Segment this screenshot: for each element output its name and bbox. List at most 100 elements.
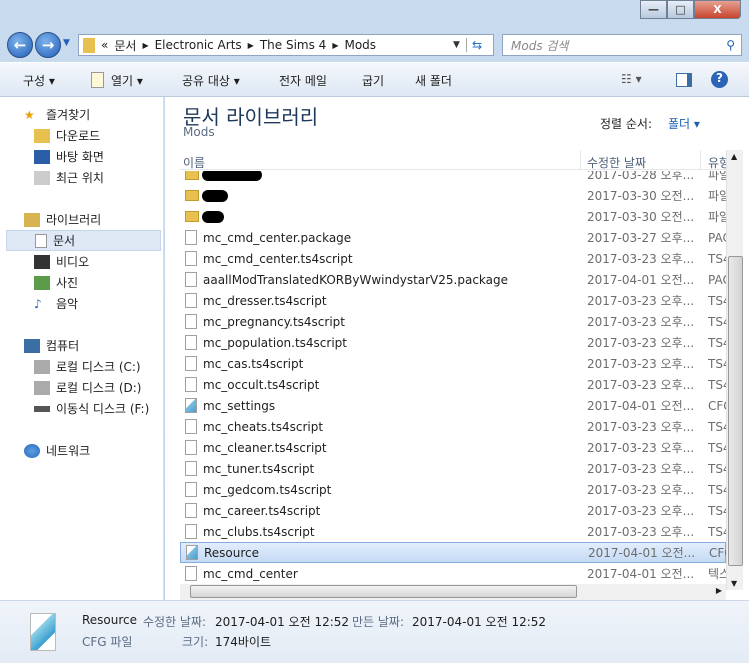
nav-libraries[interactable]: 라이브러리: [24, 209, 186, 230]
share-button[interactable]: 공유 대상 ▾: [182, 72, 240, 89]
refresh-icon[interactable]: ⇆: [465, 38, 487, 52]
scroll-down-arrow[interactable]: ▼: [731, 579, 737, 588]
scroll-up-arrow[interactable]: ▲: [731, 152, 737, 161]
nav-label: 최근 위치: [56, 171, 104, 185]
column-date[interactable]: 수정한 날짜: [587, 154, 646, 171]
file-row[interactable]: mc_pregnancy.ts4script 2017-03-23 오후... TS…: [180, 311, 726, 332]
file-name: mc_clubs.ts4script: [203, 524, 315, 539]
search-icon[interactable]: ⚲: [726, 38, 735, 52]
breadcrumb-electronic-arts[interactable]: Electronic Arts: [155, 38, 242, 52]
file-name: mc_population.ts4script: [203, 335, 347, 350]
minimize-button[interactable]: —: [640, 0, 667, 19]
file-type: TS4: [708, 293, 726, 308]
file-row[interactable]: mc_cleaner.ts4script 2017-03-23 오후... TS4: [180, 437, 726, 458]
organize-button[interactable]: 구성 ▾: [23, 72, 55, 89]
file-row[interactable]: mc_gedcom.ts4script 2017-03-23 오후... TS4: [180, 479, 726, 500]
file-name: aaallModTranslatedKORByWwindystarV25.pac…: [203, 272, 509, 287]
email-button[interactable]: 전자 메일: [279, 72, 327, 89]
file-icon: [185, 272, 197, 287]
breadcrumb-overflow[interactable]: «: [101, 38, 108, 52]
address-bar[interactable]: « 문서 ▶ Electronic Arts ▶ The Sims 4 ▶ Mods …: [78, 34, 494, 56]
file-row[interactable]: 2017-03-30 오전... 파일: [180, 185, 726, 206]
new-folder-button[interactable]: 새 폴더: [415, 72, 452, 89]
help-icon[interactable]: ?: [711, 71, 728, 88]
scroll-right-arrow[interactable]: ▶: [716, 586, 722, 595]
file-date: 2017-03-23 오후...: [587, 441, 693, 455]
recent-pages-dropdown[interactable]: ▼: [63, 38, 70, 48]
file-row[interactable]: mc_settings 2017-04-01 오전... CFG: [180, 395, 726, 416]
horizontal-scrollbar[interactable]: ▶: [180, 584, 726, 600]
maximize-button[interactable]: □: [667, 0, 694, 19]
file-icon: [185, 356, 197, 371]
redacted-name: [202, 189, 228, 202]
nav-documents[interactable]: 문서: [6, 230, 161, 251]
file-type: CFG: [709, 545, 726, 560]
nav-label: 음악: [56, 297, 79, 311]
view-options-icon[interactable]: ☷ ▾: [621, 72, 642, 86]
nav-network[interactable]: 네트워크: [24, 440, 186, 461]
file-icon: [185, 461, 197, 476]
cfg-file-icon: [30, 613, 56, 651]
file-date: 2017-03-23 오후...: [587, 462, 693, 476]
nav-label: 문서: [53, 234, 76, 248]
file-type: TS4: [708, 419, 726, 434]
address-dropdown[interactable]: ▼: [453, 40, 460, 50]
file-date: 2017-03-30 오전...: [587, 189, 693, 203]
scroll-thumb[interactable]: [728, 256, 743, 566]
file-row[interactable]: mc_dresser.ts4script 2017-03-23 오후... TS4: [180, 290, 726, 311]
file-row[interactable]: mc_clubs.ts4script 2017-03-23 오후... TS4: [180, 521, 726, 542]
column-name[interactable]: 이름: [183, 154, 205, 171]
command-bar: 구성 ▾ 열기 ▾ 공유 대상 ▾ 전자 메일 굽기 새 폴더 ☷ ▾ ?: [0, 62, 749, 97]
file-row[interactable]: mc_population.ts4script 2017-03-23 오후... T…: [180, 332, 726, 353]
breadcrumb-documents[interactable]: 문서: [114, 37, 136, 54]
file-type: TS4: [708, 314, 726, 329]
preview-pane-icon[interactable]: [676, 73, 692, 87]
network-icon: [24, 443, 40, 458]
back-button[interactable]: ←: [7, 32, 33, 58]
vertical-scrollbar[interactable]: ▲ ▼: [726, 150, 743, 590]
file-icon: [185, 482, 197, 497]
burn-button[interactable]: 굽기: [362, 72, 384, 89]
search-input[interactable]: Mods 검색 ⚲: [502, 34, 742, 56]
library-icon: [24, 212, 40, 227]
redacted-name: [202, 210, 224, 223]
nav-label: 바탕 화면: [56, 150, 104, 164]
file-date: 2017-03-23 오후...: [587, 336, 693, 350]
file-row[interactable]: mc_cheats.ts4script 2017-03-23 오후... TS4: [180, 416, 726, 437]
open-button[interactable]: 열기 ▾: [111, 72, 143, 89]
file-type: TS4: [708, 524, 726, 539]
file-row[interactable]: mc_cmd_center 2017-04-01 오전... 텍스: [180, 563, 726, 584]
file-row[interactable]: mc_occult.ts4script 2017-03-23 오후... TS4: [180, 374, 726, 395]
file-row[interactable]: mc_cmd_center.package 2017-03-27 오후... PAC: [180, 227, 726, 248]
nav-favorites[interactable]: ★ 즐겨찾기: [24, 104, 186, 125]
file-row[interactable]: mc_cas.ts4script 2017-03-23 오후... TS4: [180, 353, 726, 374]
file-row[interactable]: mc_tuner.ts4script 2017-03-23 오후... TS4: [180, 458, 726, 479]
file-row[interactable]: mc_cmd_center.ts4script 2017-03-23 오후... T…: [180, 248, 726, 269]
file-name: mc_cmd_center: [203, 566, 298, 581]
column-type[interactable]: 유형: [708, 154, 726, 171]
sort-dropdown[interactable]: 폴더 ▾: [668, 115, 700, 132]
file-name: mc_pregnancy.ts4script: [203, 314, 345, 329]
nav-label: 다운로드: [56, 129, 101, 143]
file-list: 2017-03-28 오후... 파일 2017-03-30 오전... 파일 2017…: [165, 171, 726, 584]
nav-computer[interactable]: 컴퓨터: [24, 335, 186, 356]
file-row[interactable]: Resource 2017-04-01 오전... CFG: [180, 542, 726, 563]
file-row[interactable]: aaallModTranslatedKORByWwindystarV25.pac…: [180, 269, 726, 290]
file-type: TS4: [708, 251, 726, 266]
breadcrumb-the-sims-4[interactable]: The Sims 4: [260, 38, 326, 52]
horizontal-scroll-thumb[interactable]: [190, 585, 577, 598]
nav-label: 로컬 디스크 (C:): [56, 360, 141, 374]
breadcrumb-mods[interactable]: Mods: [344, 38, 376, 52]
file-type: PAC: [708, 230, 726, 245]
close-button[interactable]: X: [694, 0, 741, 19]
selected-file-name: Resource: [82, 613, 138, 627]
file-date: 2017-03-23 오후...: [587, 357, 693, 371]
file-row[interactable]: 2017-03-30 오전... 파일: [180, 206, 726, 227]
file-row[interactable]: 2017-03-28 오후... 파일: [180, 171, 726, 185]
file-name: mc_occult.ts4script: [203, 377, 320, 392]
file-date: 2017-03-27 오후...: [587, 231, 693, 245]
search-placeholder: Mods 검색: [511, 38, 569, 53]
file-type: TS4: [708, 482, 726, 497]
forward-button[interactable]: →: [35, 32, 61, 58]
file-row[interactable]: mc_career.ts4script 2017-03-23 오후... TS4: [180, 500, 726, 521]
